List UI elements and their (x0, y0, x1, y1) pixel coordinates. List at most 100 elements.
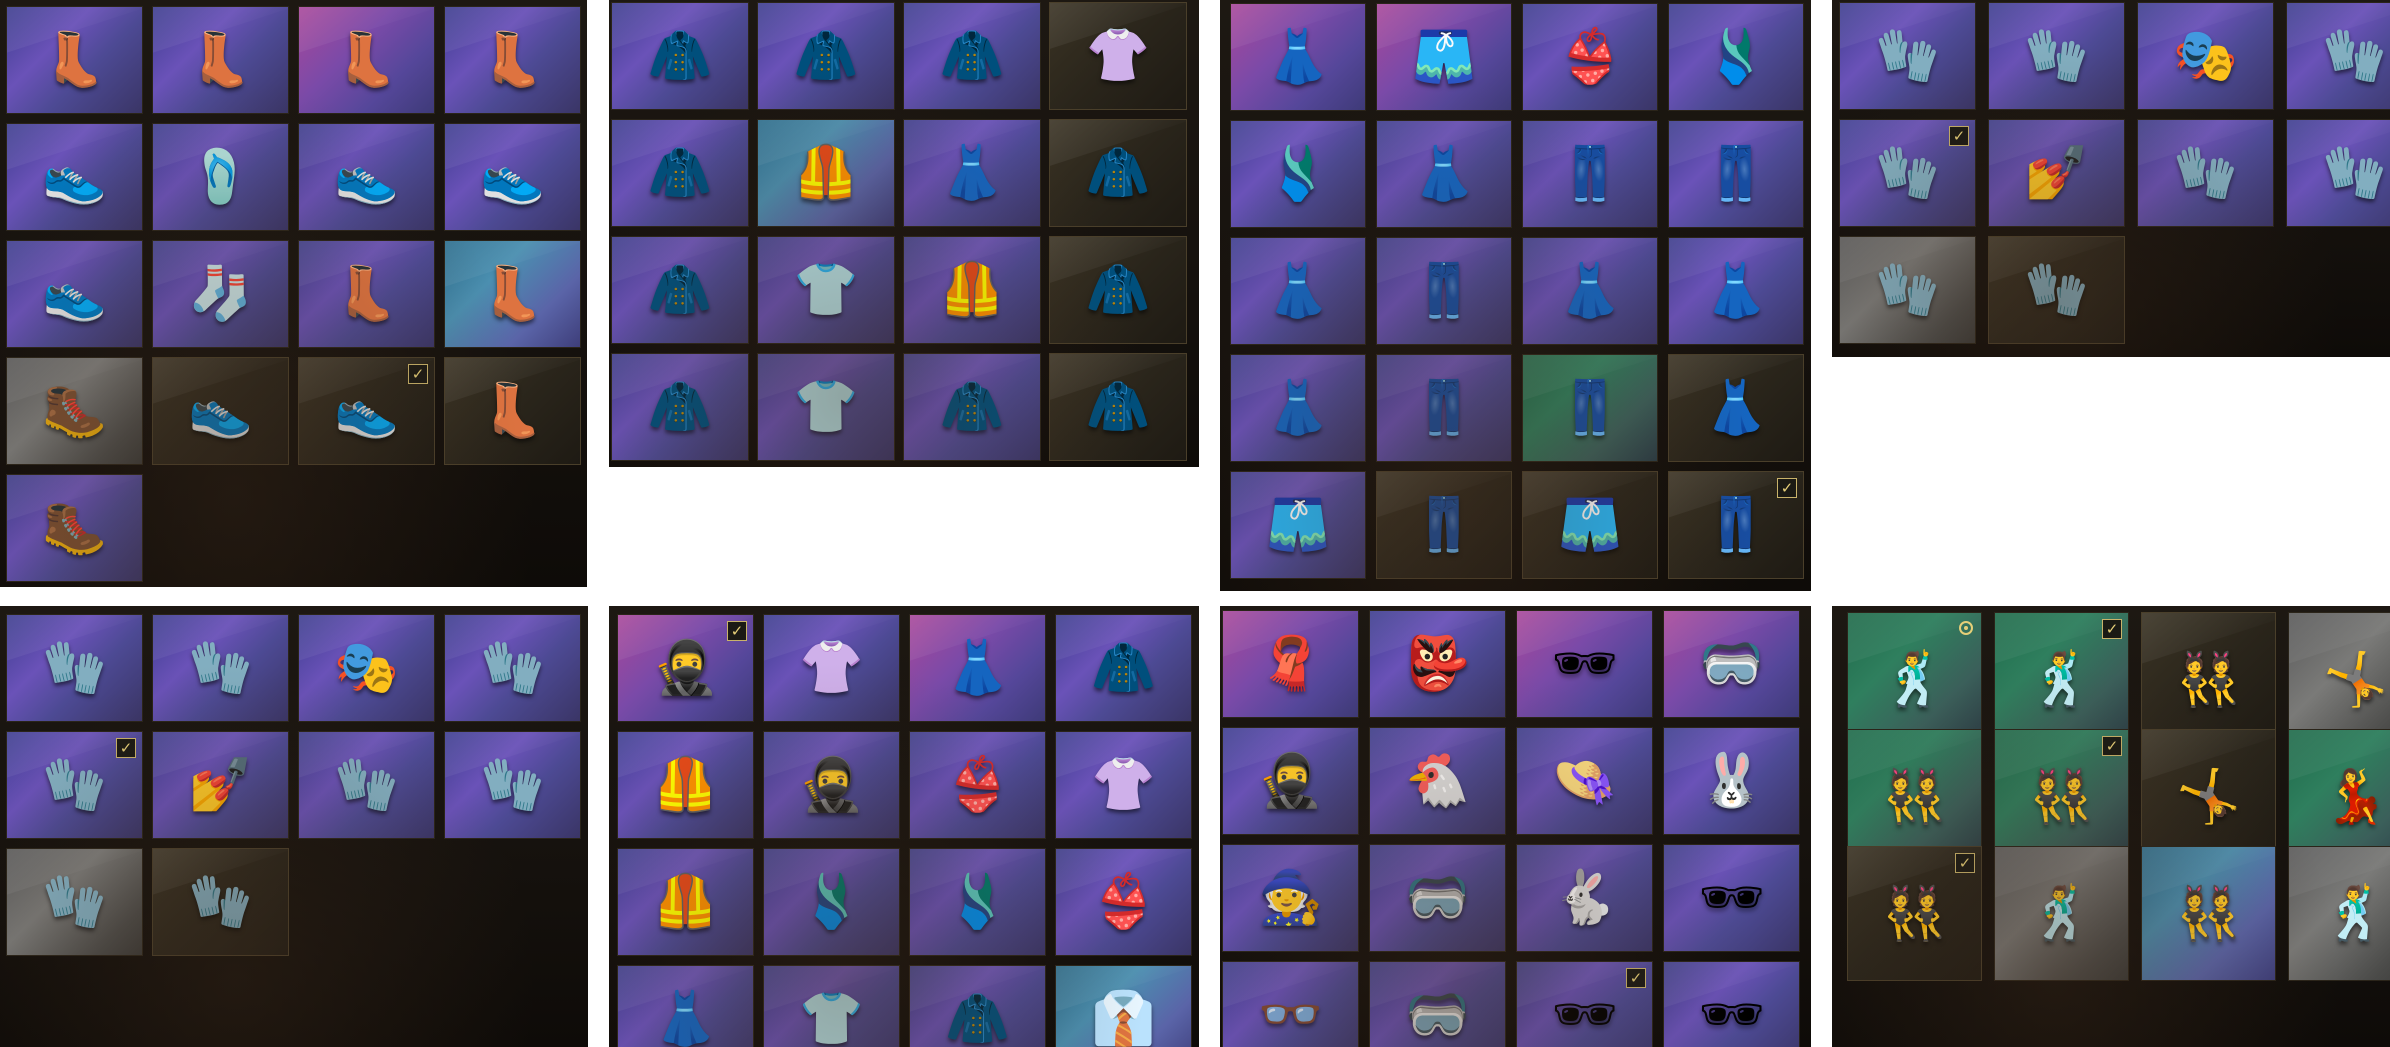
item-slot[interactable]: 🧥 (1055, 614, 1192, 722)
item-slot[interactable]: 👢 (444, 357, 581, 465)
item-slot[interactable]: 🧤 (2286, 119, 2390, 227)
item-slot[interactable]: 👯 (2141, 846, 2276, 981)
item-slot[interactable]: 🎭 (2137, 2, 2274, 110)
item-slot[interactable]: 🕶 ✓ (1516, 961, 1653, 1047)
item-slot[interactable]: 🥽 (1369, 961, 1506, 1047)
item-slot[interactable]: 🧤 (152, 614, 289, 722)
item-slot[interactable]: 🧥 (1049, 119, 1187, 227)
item-slot[interactable]: 🧤 ✓ (6, 731, 143, 839)
item-slot[interactable]: 🎭 (298, 614, 435, 722)
item-slot[interactable]: 👕 (757, 236, 895, 344)
item-slot[interactable]: 👗 (1522, 237, 1658, 345)
item-slot[interactable]: 👗 (1668, 354, 1804, 462)
item-slot[interactable]: 💅 (152, 731, 289, 839)
item-slot[interactable]: 🥽 (1369, 844, 1506, 952)
item-slot[interactable]: 🧤 (444, 731, 581, 839)
item-slot[interactable]: 👙 (1055, 848, 1192, 956)
item-slot[interactable]: 👟 (6, 240, 143, 348)
item-slot[interactable]: 👖 (1376, 237, 1512, 345)
item-slot[interactable]: 👗 (617, 965, 754, 1047)
item-slot[interactable]: 🩱 (1230, 120, 1366, 228)
item-slot[interactable]: 🕺 (1847, 612, 1982, 747)
item-slot[interactable]: 🧤 (1988, 2, 2125, 110)
item-slot[interactable]: 🥾 (6, 357, 143, 465)
item-slot[interactable]: 👢 (152, 6, 289, 114)
item-slot[interactable]: 👗 (903, 119, 1041, 227)
item-slot[interactable]: 🕺 (1994, 846, 2129, 981)
item-slot[interactable]: 👯 (1847, 729, 1982, 864)
item-slot[interactable]: 👗 (1230, 354, 1366, 462)
item-slot[interactable]: 🦺 (757, 119, 895, 227)
item-slot[interactable]: 🩴 (152, 123, 289, 231)
item-slot[interactable]: 🧤 (152, 848, 289, 956)
item-slot[interactable]: 👕 (763, 965, 900, 1047)
item-slot[interactable]: 🧤 ✓ (1839, 119, 1976, 227)
item-slot[interactable]: 👟 (298, 123, 435, 231)
item-slot[interactable]: 🧥 (903, 2, 1041, 110)
item-slot[interactable]: 👖 (1522, 120, 1658, 228)
item-slot[interactable]: 🩳 (1376, 3, 1512, 111)
item-slot[interactable]: 🩳 (1522, 471, 1658, 579)
item-slot[interactable]: 👚 (1055, 731, 1192, 839)
item-slot[interactable]: 👢 (298, 240, 435, 348)
item-slot[interactable]: 👗 (909, 614, 1046, 722)
item-slot[interactable]: 🧥 (1049, 353, 1187, 461)
item-slot[interactable]: 👗 (1230, 3, 1366, 111)
item-slot[interactable]: 🧤 (6, 614, 143, 722)
item-slot[interactable]: 🥷 (763, 731, 900, 839)
item-slot[interactable]: 🧥 (757, 2, 895, 110)
item-slot[interactable]: 🩳 (1230, 471, 1366, 579)
item-slot[interactable]: 🧥 (1049, 236, 1187, 344)
item-slot[interactable]: 🦺 (617, 731, 754, 839)
item-slot[interactable]: 🕶 (1663, 844, 1800, 952)
item-slot[interactable]: 🤸 (2288, 612, 2390, 747)
item-slot[interactable]: 🧤 (1839, 236, 1976, 344)
item-slot[interactable]: 🧤 (6, 848, 143, 956)
item-slot[interactable]: 💅 (1988, 119, 2125, 227)
item-slot[interactable]: 👗 (1668, 237, 1804, 345)
item-slot[interactable]: 🥷 ✓ (617, 614, 754, 722)
item-slot[interactable]: 🧤 (2286, 2, 2390, 110)
item-slot[interactable]: 🩱 (763, 848, 900, 956)
item-slot[interactable]: 👟 (444, 123, 581, 231)
item-slot[interactable]: 🥽 (1663, 610, 1800, 718)
item-slot[interactable]: 👓 (1222, 961, 1359, 1047)
item-slot[interactable]: 👔 (1055, 965, 1192, 1047)
item-slot[interactable]: 🐰 (1663, 727, 1800, 835)
item-slot[interactable]: 🦺 (903, 236, 1041, 344)
item-slot[interactable]: 👙 (909, 731, 1046, 839)
item-slot[interactable]: 🧥 (903, 353, 1041, 461)
item-slot[interactable]: 🧥 (611, 119, 749, 227)
item-slot[interactable]: 👯 ✓ (1994, 729, 2129, 864)
item-slot[interactable]: 👙 (1522, 3, 1658, 111)
item-slot[interactable]: 🧙 (1222, 844, 1359, 952)
item-slot[interactable]: 🧥 (909, 965, 1046, 1047)
item-slot[interactable]: 🧦 (152, 240, 289, 348)
item-slot[interactable]: 👚 (1049, 2, 1187, 110)
item-slot[interactable]: 👢 (298, 6, 435, 114)
item-slot[interactable]: 🧤 (2137, 119, 2274, 227)
item-slot[interactable]: 👕 (757, 353, 895, 461)
item-slot[interactable]: 👟 (152, 357, 289, 465)
item-slot[interactable]: 🐇 (1516, 844, 1653, 952)
item-slot[interactable]: 👢 (444, 240, 581, 348)
item-slot[interactable]: 🤸 (2141, 729, 2276, 864)
item-slot[interactable]: 🧤 (298, 731, 435, 839)
item-slot[interactable]: 🥾 (6, 474, 143, 582)
item-slot[interactable]: 💃✓ (2288, 729, 2390, 864)
item-slot[interactable]: 🧤 (444, 614, 581, 722)
item-slot[interactable]: 👢 (444, 6, 581, 114)
item-slot[interactable]: 👯 ✓ (1847, 846, 1982, 981)
item-slot[interactable]: 👟 (6, 123, 143, 231)
item-slot[interactable]: 🧥 (611, 236, 749, 344)
item-slot[interactable]: 👺 (1369, 610, 1506, 718)
item-slot[interactable]: 👖 (1376, 471, 1512, 579)
item-slot[interactable]: 🧥 (611, 353, 749, 461)
item-slot[interactable]: 🧥 (611, 2, 749, 110)
item-slot[interactable]: 🥷 (1222, 727, 1359, 835)
item-slot[interactable]: 🕺 (2288, 846, 2390, 981)
item-slot[interactable]: 👢 (6, 6, 143, 114)
item-slot[interactable]: 👖 (1376, 354, 1512, 462)
item-slot[interactable]: 🕺 ✓ (1994, 612, 2129, 747)
item-slot[interactable]: 🦺 (617, 848, 754, 956)
